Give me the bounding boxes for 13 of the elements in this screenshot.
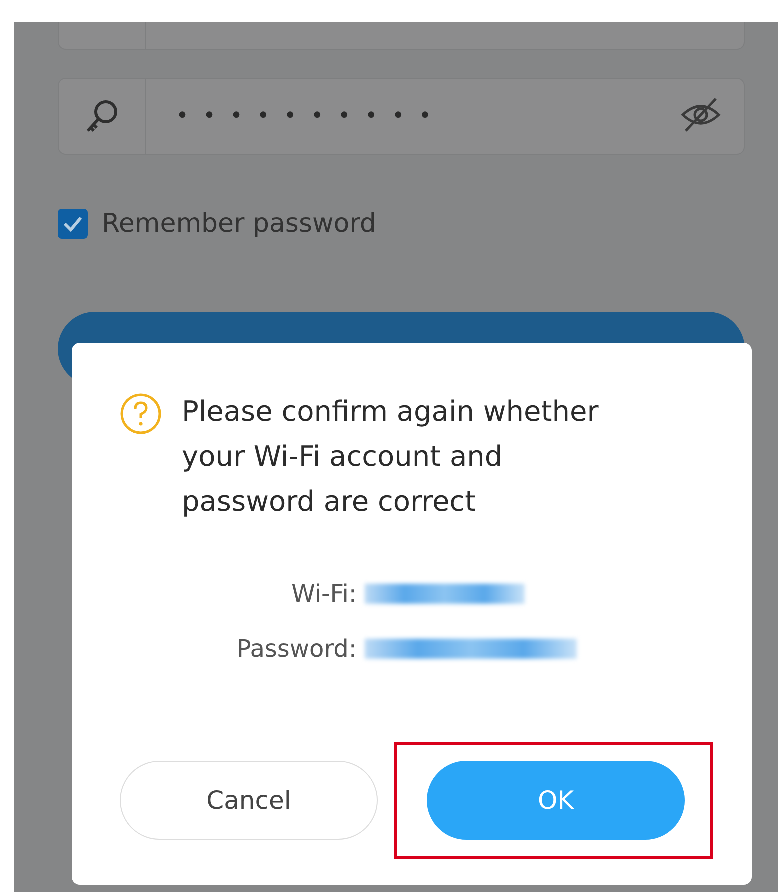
cancel-button[interactable]: Cancel bbox=[120, 761, 378, 840]
input-field[interactable] bbox=[58, 22, 745, 50]
detail-label: Wi-Fi: bbox=[292, 580, 357, 608]
checkmark-icon bbox=[63, 216, 83, 232]
password-value: •••••••••• bbox=[175, 104, 447, 129]
checkbox[interactable] bbox=[58, 209, 88, 239]
confirm-message: Please confirm again whether your Wi-Fi account and password are correct bbox=[182, 394, 600, 520]
detail-label: Password: bbox=[236, 635, 357, 663]
remember-label: Remember password bbox=[102, 209, 376, 239]
password-field[interactable]: •••••••••• bbox=[58, 78, 745, 155]
question-icon bbox=[120, 393, 162, 435]
eye-slash-icon[interactable] bbox=[680, 98, 722, 132]
ok-button[interactable]: OK bbox=[427, 761, 685, 840]
